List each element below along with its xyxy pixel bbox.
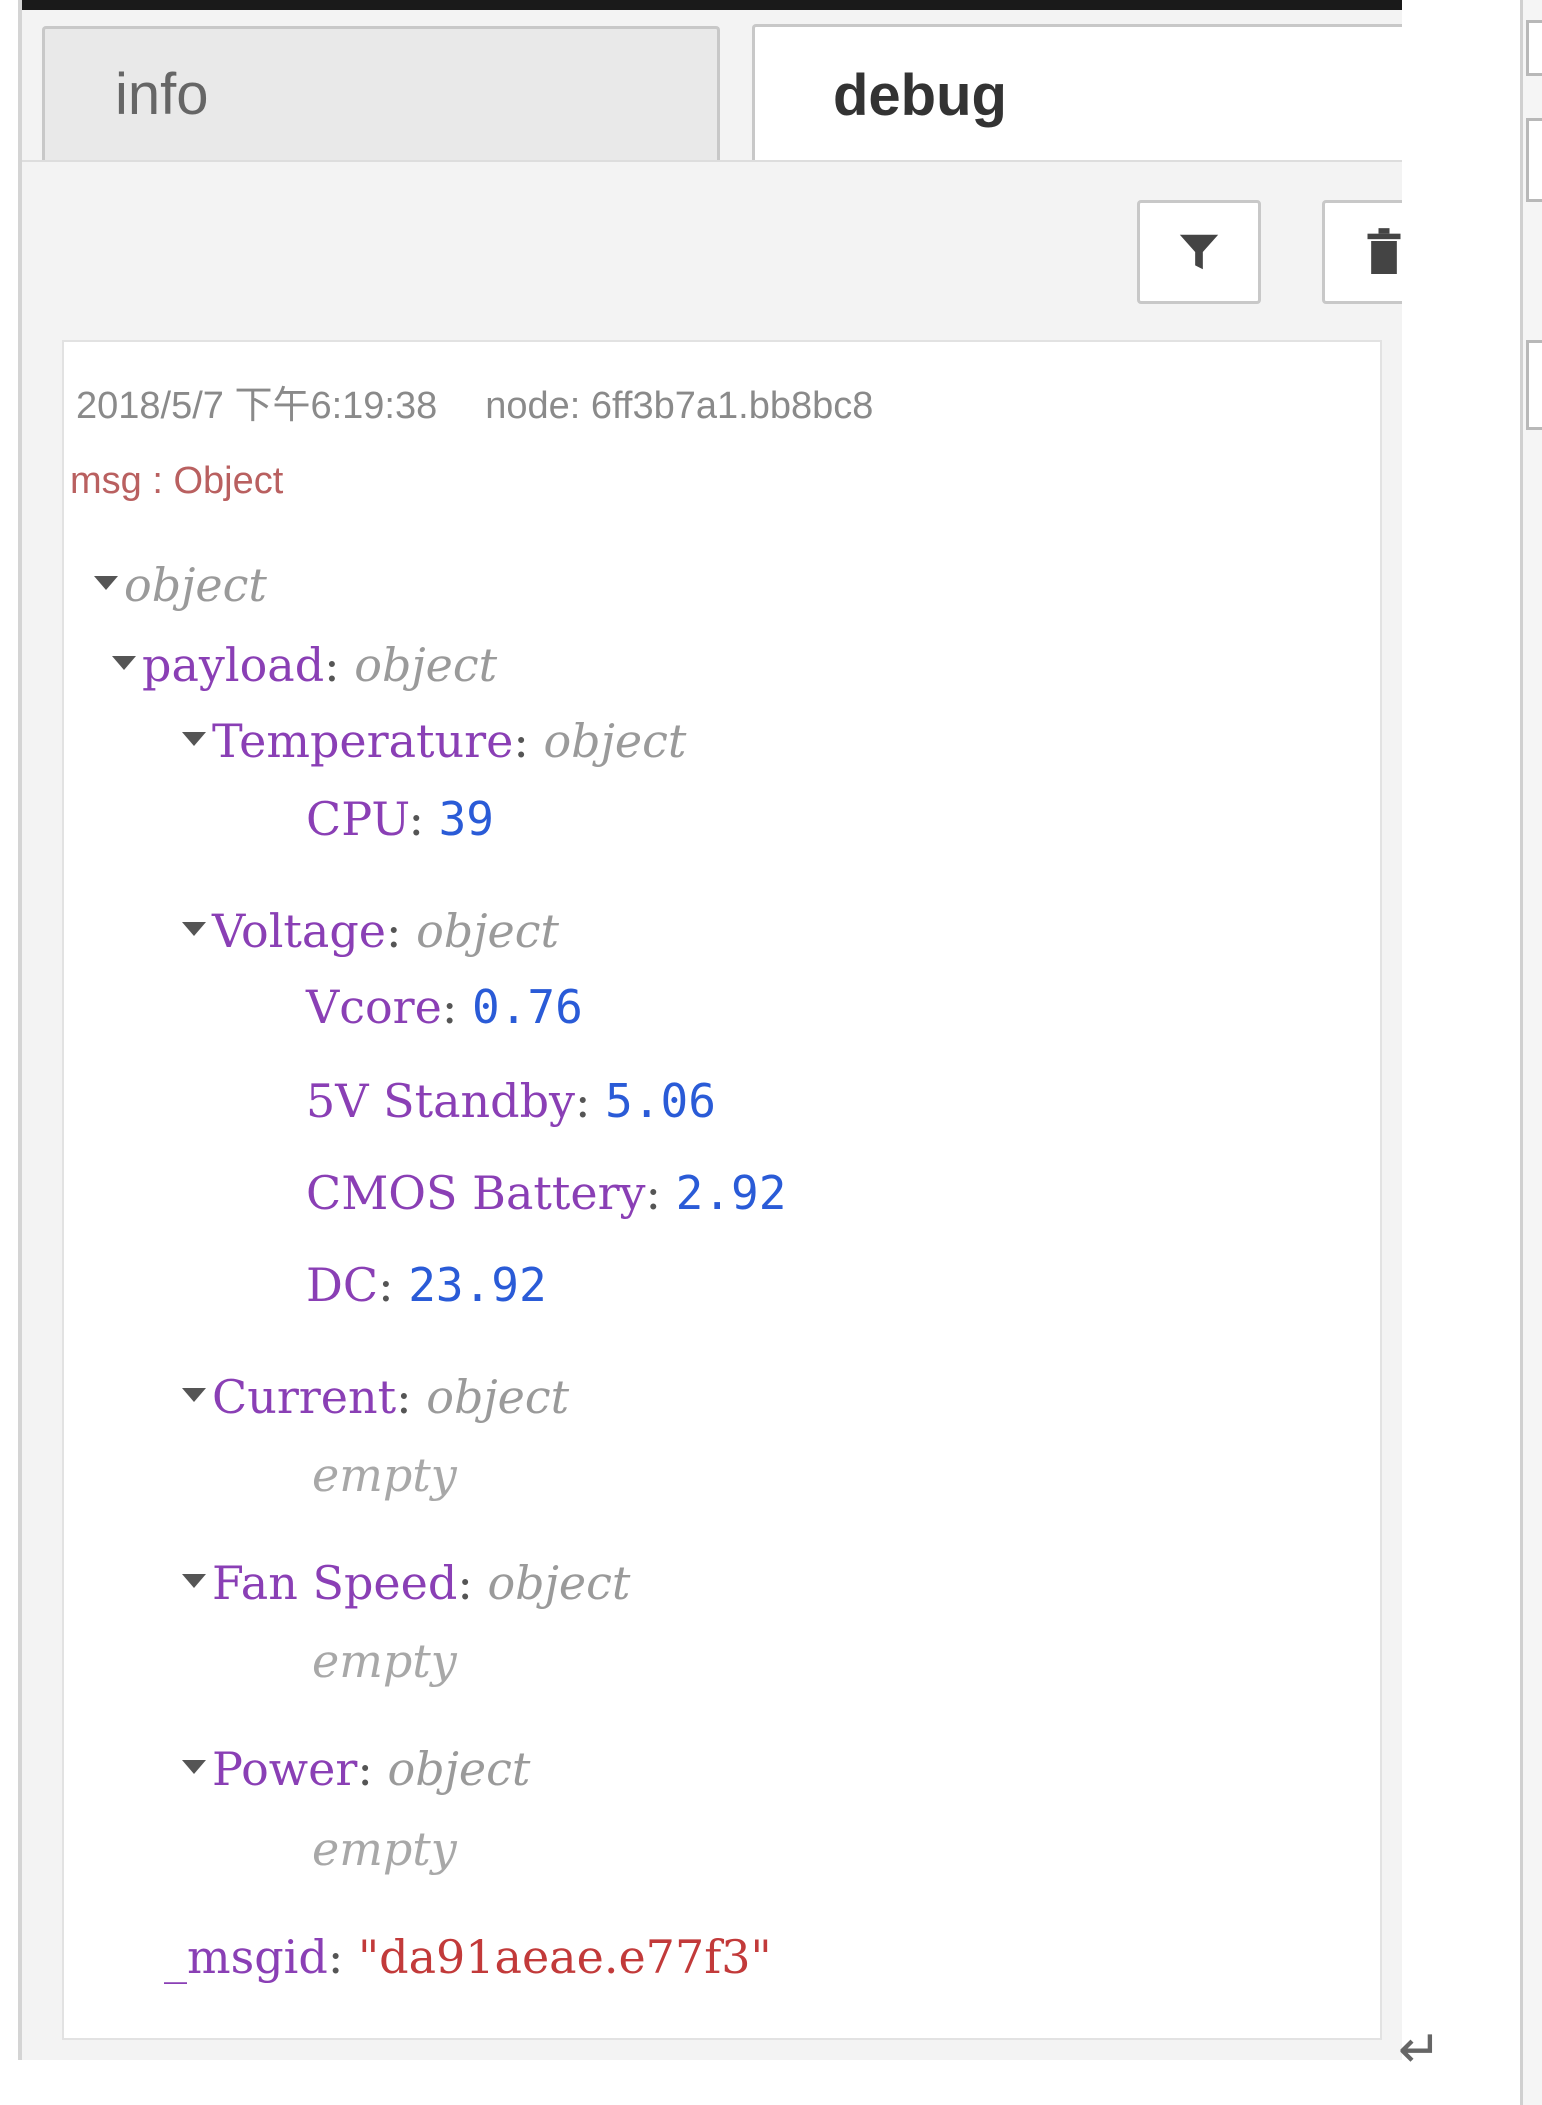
tree-node-payload[interactable]: payload: object	[112, 642, 497, 688]
tree-root[interactable]: object	[94, 562, 267, 608]
message-meta: 2018/5/7 下午6:19:38 node: 6ff3b7a1.bb8bc8	[76, 374, 873, 429]
tree-leaf-vcore: Vcore: 0.76	[306, 980, 583, 1034]
tree-node-voltage[interactable]: Voltage: object	[182, 908, 559, 954]
tree-leaf-msgid: _msgid: "da91aeae.e77f3"	[164, 1930, 772, 1984]
tree-leaf-cmos-battery: CMOS Battery: 2.92	[306, 1166, 787, 1220]
tree-leaf-5v-standby: 5V Standby: 5.06	[306, 1074, 716, 1128]
adjacent-control-fragment	[1526, 20, 1542, 76]
tree-empty: empty	[312, 1822, 457, 1876]
tree-key: Temperature	[212, 714, 514, 768]
tree-empty: empty	[312, 1634, 457, 1688]
tree-empty-fan-speed: empty	[312, 1638, 457, 1684]
tab-debug-label: debug	[833, 63, 1007, 128]
return-arrow-icon: ↵	[1398, 2020, 1442, 2080]
tree-value: 23.92	[408, 1258, 547, 1312]
caret-down-icon[interactable]	[112, 656, 136, 670]
tree-key: payload	[142, 638, 325, 692]
tab-info[interactable]: info	[42, 26, 720, 160]
tree-key: _msgid	[164, 1930, 328, 1984]
tab-debug[interactable]: debug	[752, 24, 1402, 164]
tree-value: 5.06	[605, 1074, 716, 1128]
trash-icon	[1367, 228, 1401, 274]
tree-type: object	[487, 1556, 631, 1610]
message-label: msg : Object	[70, 460, 284, 502]
tree-node-power[interactable]: Power: object	[182, 1746, 530, 1792]
filter-icon	[1179, 234, 1219, 270]
tree-value: "da91aeae.e77f3"	[357, 1930, 772, 1984]
debug-message: 2018/5/7 下午6:19:38 node: 6ff3b7a1.bb8bc8 …	[62, 340, 1382, 2040]
caret-down-icon[interactable]	[182, 732, 206, 746]
adjacent-control-fragment	[1526, 118, 1542, 202]
tree-empty-power: empty	[312, 1826, 457, 1872]
tree-type: object	[416, 904, 559, 958]
message-node[interactable]: node: 6ff3b7a1.bb8bc8	[485, 385, 873, 427]
tree-key: CMOS Battery	[306, 1166, 646, 1220]
tree-key: CPU	[306, 792, 409, 846]
adjacent-panel-edge	[1520, 0, 1542, 2105]
tree-type: object	[387, 1742, 531, 1796]
caret-down-icon[interactable]	[182, 922, 206, 936]
filter-button[interactable]	[1137, 200, 1261, 304]
tree-key: 5V Standby	[306, 1074, 576, 1128]
clear-button[interactable]	[1322, 200, 1402, 304]
tree-type: object	[543, 714, 687, 768]
debug-toolbar	[22, 160, 1402, 332]
tree-node-fan-speed[interactable]: Fan Speed: object	[182, 1560, 630, 1606]
tree-type: object	[426, 1370, 570, 1424]
caret-down-icon[interactable]	[94, 576, 118, 590]
top-border	[22, 0, 1402, 10]
debug-sidebar: info debug 2018/5/7 下午6:19:38 node: 6ff3b…	[18, 0, 1402, 2060]
tree-key: DC	[306, 1258, 379, 1312]
tree-root-type: object	[124, 558, 267, 612]
tree-key: Power	[212, 1742, 358, 1796]
tree-key: Fan Speed	[212, 1556, 458, 1610]
tree-leaf-dc: DC: 23.92	[306, 1258, 547, 1312]
tree-key: Vcore	[306, 980, 442, 1034]
tree-key: Current	[212, 1370, 397, 1424]
adjacent-control-fragment	[1526, 340, 1542, 430]
tree-empty-current: empty	[312, 1452, 457, 1498]
caret-down-icon[interactable]	[182, 1760, 206, 1774]
caret-down-icon[interactable]	[182, 1574, 206, 1588]
tree-leaf-cpu: CPU: 39	[306, 792, 494, 846]
caret-down-icon[interactable]	[182, 1388, 206, 1402]
tree-node-current[interactable]: Current: object	[182, 1374, 569, 1420]
tree-type: object	[354, 638, 498, 692]
tree-node-temperature[interactable]: Temperature: object	[182, 718, 686, 764]
tree-value: 39	[438, 792, 494, 846]
tree-value: 0.76	[472, 980, 583, 1034]
message-timestamp: 2018/5/7 下午6:19:38	[76, 385, 438, 427]
tree-key: Voltage	[212, 904, 386, 958]
tree-value: 2.92	[675, 1166, 787, 1220]
tab-info-label: info	[115, 62, 209, 127]
tree-empty: empty	[312, 1448, 457, 1502]
